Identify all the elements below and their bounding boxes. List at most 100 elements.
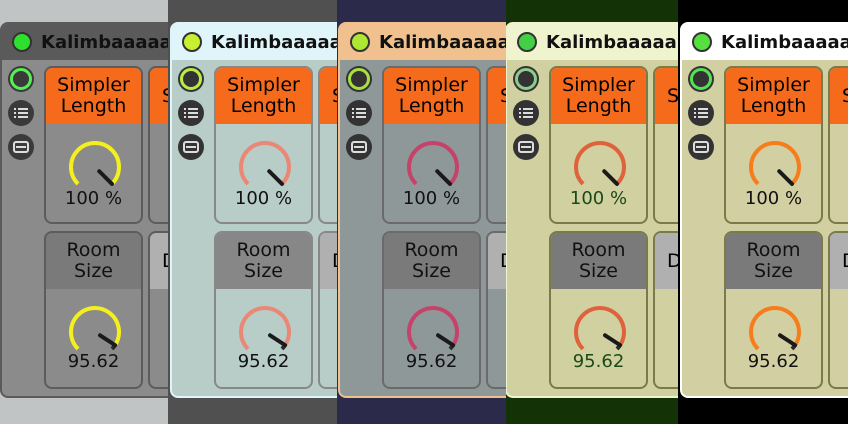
macro-label: D	[830, 233, 848, 289]
device-titlebar: Kalimbaaaaa	[2, 24, 168, 60]
list-glyph	[694, 108, 708, 118]
macro-4[interactable]: D	[828, 231, 848, 389]
macro-2[interactable]: Room Size 95.62	[724, 231, 823, 389]
macro-value: 95.62	[237, 351, 290, 372]
theme-olive: Kalimbaaaaa Simpler Length 100 % Room Size 9…	[506, 0, 678, 424]
macro-3[interactable]: S	[148, 66, 168, 224]
macro-label: Room Size	[384, 233, 479, 289]
knob-arc	[239, 141, 291, 186]
macro-label: S	[150, 68, 168, 124]
knob-arc	[69, 141, 121, 186]
power-ring-icon[interactable]	[346, 66, 372, 92]
device-title: Kalimbaaaaa	[546, 31, 677, 53]
macro-value: 95.62	[572, 351, 625, 372]
knob-arc	[574, 141, 626, 186]
macro-1[interactable]: Simpler Length 100 %	[382, 66, 481, 224]
device-title: Kalimbaaaaa	[41, 31, 168, 53]
macro-label: S	[655, 68, 678, 124]
knob-pointer	[98, 333, 118, 348]
knob-pointer	[267, 169, 284, 186]
macro-1[interactable]: Simpler Length 100 %	[549, 66, 648, 224]
device-panel: Kalimbaaaaa Simpler Length 100 % Room Size 9…	[170, 22, 337, 398]
device-power-icon[interactable]	[517, 32, 537, 52]
list-icon[interactable]	[346, 100, 372, 126]
macro-label: Simpler Length	[384, 68, 479, 124]
power-ring-icon[interactable]	[178, 66, 204, 92]
macro-label: Simpler Length	[46, 68, 141, 124]
device-title: Kalimbaaaaa	[721, 31, 848, 53]
power-ring-icon[interactable]	[688, 66, 714, 92]
macro-value: 100 %	[744, 188, 803, 209]
device-titlebar: Kalimbaaaaa	[340, 24, 506, 60]
macro-4[interactable]: D	[148, 231, 168, 389]
knob-pointer	[436, 333, 456, 348]
card-icon[interactable]	[513, 134, 539, 160]
macro-2[interactable]: Room Size 95.62	[382, 231, 481, 389]
macro-label: S	[830, 68, 848, 124]
theme-dark-gray: Kalimbaaaaa Simpler Length 100 % Room Size 9…	[0, 0, 168, 424]
device-titlebar: Kalimbaaaaa	[172, 24, 337, 60]
macro-value: 100 %	[569, 188, 628, 209]
device-panel: Kalimbaaaaa Simpler Length 100 % Room Size 9…	[506, 22, 678, 398]
macro-label: Room Size	[726, 233, 821, 289]
macro-label: Simpler Length	[551, 68, 646, 124]
list-icon[interactable]	[513, 100, 539, 126]
power-ring-inner	[348, 68, 370, 90]
macro-2[interactable]: Room Size 95.62	[549, 231, 648, 389]
power-ring-inner	[690, 68, 712, 90]
macro-2[interactable]: Room Size 95.62	[44, 231, 143, 389]
macro-2[interactable]: Room Size 95.62	[214, 231, 313, 389]
macro-value: 95.62	[405, 351, 458, 372]
macro-label: D	[655, 233, 678, 289]
card-icon[interactable]	[346, 134, 372, 160]
device-title: Kalimbaaaaa	[379, 31, 506, 53]
macro-label: Room Size	[551, 233, 646, 289]
list-glyph	[352, 108, 366, 118]
macro-label: D	[320, 233, 337, 289]
device-power-icon[interactable]	[350, 32, 370, 52]
macro-3[interactable]: S	[653, 66, 678, 224]
power-ring-icon[interactable]	[513, 66, 539, 92]
card-icon[interactable]	[8, 134, 34, 160]
list-icon[interactable]	[688, 100, 714, 126]
list-glyph	[14, 108, 28, 118]
device-panel: Kalimbaaaaa Simpler Length 100 % Room Size 9…	[338, 22, 506, 398]
macro-value: 100 %	[402, 188, 461, 209]
device-sidebar	[346, 66, 374, 168]
power-ring-inner	[515, 68, 537, 90]
device-power-icon[interactable]	[692, 32, 712, 52]
macro-value: 100 %	[234, 188, 293, 209]
device-power-icon[interactable]	[12, 32, 32, 52]
device-title: Kalimbaaaaa	[211, 31, 337, 53]
knob-pointer	[435, 169, 452, 186]
card-icon[interactable]	[178, 134, 204, 160]
device-titlebar: Kalimbaaaaa	[507, 24, 678, 60]
knob-pointer	[602, 169, 619, 186]
card-icon[interactable]	[688, 134, 714, 160]
knob-arc	[749, 141, 801, 186]
theme-peach: Kalimbaaaaa Simpler Length 100 % Room Size 9…	[337, 0, 506, 424]
macro-1[interactable]: Simpler Length 100 %	[44, 66, 143, 224]
power-ring-inner	[10, 68, 32, 90]
power-ring-icon[interactable]	[8, 66, 34, 92]
list-glyph	[184, 108, 198, 118]
list-icon[interactable]	[8, 100, 34, 126]
macro-4[interactable]: D	[653, 231, 678, 389]
macro-3[interactable]: S	[828, 66, 848, 224]
macro-label: Simpler Length	[726, 68, 821, 124]
macro-label: D	[150, 233, 168, 289]
knob-pointer	[777, 169, 794, 186]
macro-label: Room Size	[216, 233, 311, 289]
card-glyph	[13, 141, 29, 153]
device-power-icon[interactable]	[182, 32, 202, 52]
macro-1[interactable]: Simpler Length 100 %	[724, 66, 823, 224]
device-sidebar	[8, 66, 36, 168]
macro-3[interactable]: S	[318, 66, 337, 224]
macro-4[interactable]: D	[486, 231, 506, 389]
macro-4[interactable]: D	[318, 231, 337, 389]
list-icon[interactable]	[178, 100, 204, 126]
device-sidebar	[178, 66, 206, 168]
macro-1[interactable]: Simpler Length 100 %	[214, 66, 313, 224]
macro-3[interactable]: S	[486, 66, 506, 224]
macro-label: Room Size	[46, 233, 141, 289]
